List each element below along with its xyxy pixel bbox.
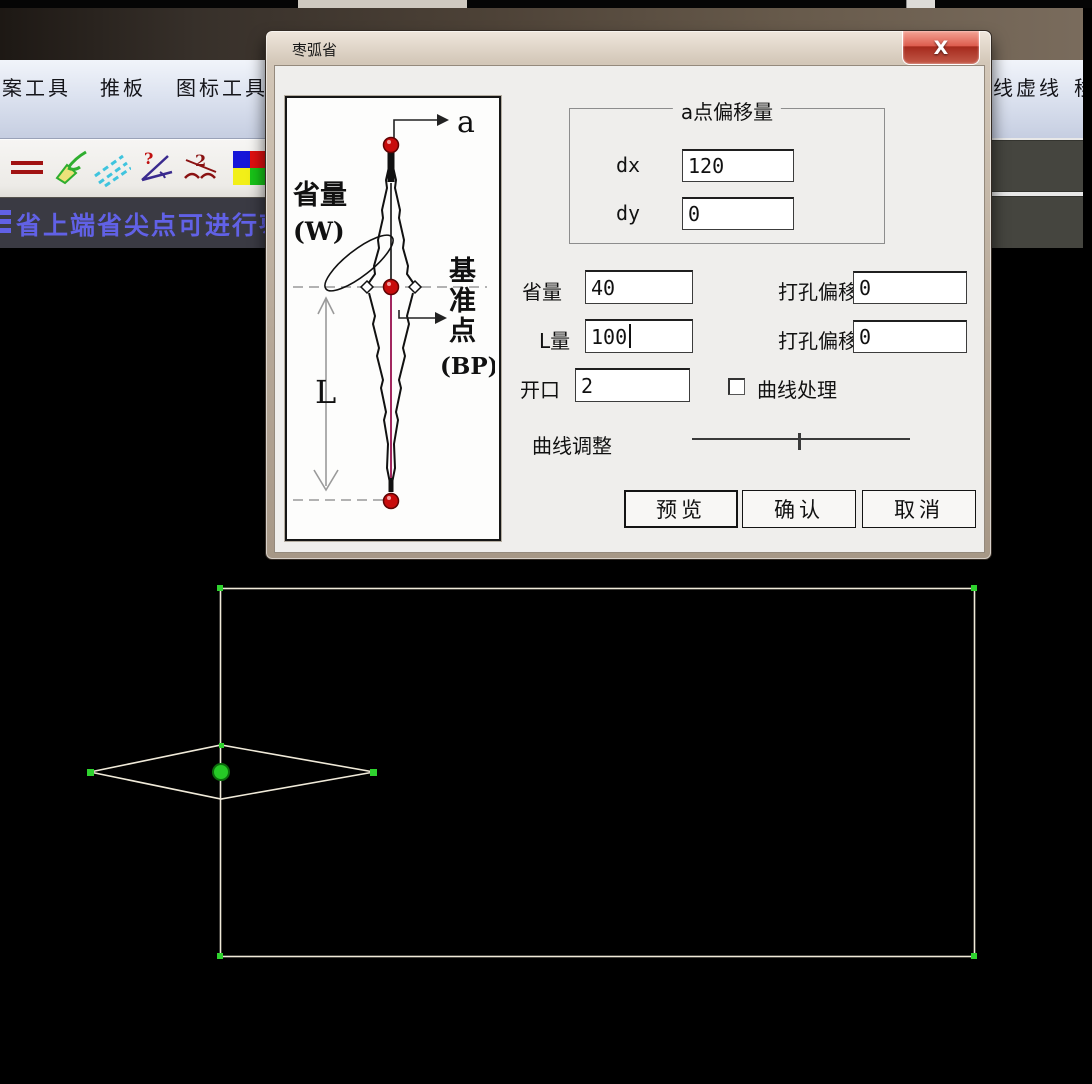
cancel-button[interactable]: 取消 bbox=[862, 490, 976, 528]
dx-label: dx bbox=[616, 153, 640, 177]
curve-order-icon[interactable]: 2 bbox=[182, 148, 220, 188]
curve-order-glyph: 2 bbox=[182, 148, 220, 188]
dialog-title: 枣弧省 bbox=[292, 39, 337, 60]
bp-label-suffix: (BP) bbox=[440, 353, 495, 380]
bp-label-3: 点 bbox=[449, 316, 476, 347]
right-panel-block-top bbox=[990, 140, 1085, 192]
pattern-rectangle[interactable] bbox=[221, 589, 975, 957]
double-line-icon[interactable] bbox=[8, 148, 46, 188]
status-hint-text: 省上端省尖点可进行枣 bbox=[16, 206, 286, 242]
opening-input[interactable] bbox=[575, 368, 690, 402]
dy-label: dy bbox=[616, 201, 640, 225]
dy-input[interactable] bbox=[682, 197, 794, 230]
punch-offset-bottom-input[interactable] bbox=[853, 320, 967, 353]
punch-offset-bottom-label: 打孔偏移 bbox=[778, 325, 858, 354]
dart-diamond[interactable] bbox=[90, 745, 374, 799]
curve-process-checkbox[interactable] bbox=[728, 378, 745, 395]
dart-width-label: 省量 bbox=[293, 180, 347, 211]
a-point-offset-group: a点偏移量 dx dy bbox=[569, 108, 885, 244]
application-window: 案工具 推板 图标工具 线虚线 移 bbox=[0, 0, 1092, 1084]
right-panel-block-bottom bbox=[990, 196, 1085, 251]
punch-offset-top-label: 打孔偏移 bbox=[778, 276, 858, 305]
group-title: a点偏移量 bbox=[673, 96, 781, 125]
curve-process-label: 曲线处理 bbox=[757, 374, 837, 403]
l-label: L bbox=[315, 373, 336, 411]
dart-amount-label: 省量 bbox=[522, 276, 562, 305]
double-line-glyph bbox=[8, 148, 46, 188]
dialog-titlebar[interactable]: 枣弧省 bbox=[266, 31, 991, 65]
opening-label: 开口 bbox=[520, 374, 560, 403]
corner-handle-top-left[interactable] bbox=[217, 585, 223, 591]
l-amount-label: L量 bbox=[539, 325, 570, 354]
corner-handle-bottom-left[interactable] bbox=[217, 953, 223, 959]
broom-glyph bbox=[53, 148, 91, 188]
dart-center-point[interactable] bbox=[213, 764, 229, 780]
bp-label-2: 准 bbox=[449, 286, 476, 317]
svg-text:?: ? bbox=[144, 149, 153, 168]
menu-item-file-tools[interactable]: 案工具 bbox=[2, 72, 71, 101]
dart-illustration: a bbox=[287, 98, 495, 535]
background-window-edge bbox=[298, 0, 467, 8]
dx-input[interactable] bbox=[682, 149, 794, 182]
dart-dialog: 枣弧省 X a bbox=[265, 30, 992, 560]
punch-offset-top-input[interactable] bbox=[853, 271, 967, 304]
corner-handle-top-right[interactable] bbox=[971, 585, 977, 591]
a-label: a bbox=[457, 105, 475, 140]
dart-amount-input[interactable] bbox=[585, 270, 693, 304]
angle-query-icon[interactable]: ? bbox=[138, 148, 176, 188]
curve-adjust-slider[interactable] bbox=[692, 438, 910, 440]
broom-icon[interactable] bbox=[53, 148, 91, 188]
preview-button[interactable]: 预览 bbox=[624, 490, 738, 528]
dart-illustration-box: a bbox=[285, 96, 501, 541]
menu-item-icon-tools[interactable]: 图标工具 bbox=[176, 72, 268, 101]
l-amount-input[interactable] bbox=[585, 319, 693, 353]
corner-handle-bottom-right[interactable] bbox=[971, 953, 977, 959]
curve-adjust-slider-thumb[interactable] bbox=[798, 433, 801, 450]
bp-label-1: 基 bbox=[449, 256, 477, 287]
menu-item-pushboard[interactable]: 推板 bbox=[100, 72, 146, 101]
right-side-panel bbox=[990, 138, 1083, 255]
dialog-client-area: a bbox=[274, 65, 985, 553]
angle-glyph: ? bbox=[138, 148, 176, 188]
dart-top-vertex-handle[interactable] bbox=[219, 743, 224, 748]
dart-right-tip-handle[interactable] bbox=[370, 769, 377, 776]
hint-clipped-character bbox=[0, 210, 11, 236]
close-button[interactable]: X bbox=[902, 31, 980, 65]
window-right-edge bbox=[1083, 8, 1092, 258]
menu-item-dashed-line[interactable]: 线虚线 bbox=[993, 72, 1062, 101]
hatch-glyph bbox=[93, 148, 131, 188]
dart-width-unit: (W) bbox=[293, 217, 345, 246]
color-grid-glyph bbox=[231, 148, 269, 188]
curve-adjust-label: 曲线调整 bbox=[532, 430, 612, 459]
color-grid-icon[interactable] bbox=[231, 148, 269, 188]
dart-left-tip-handle[interactable] bbox=[87, 769, 94, 776]
text-cursor bbox=[629, 324, 631, 348]
hatch-fill-icon[interactable] bbox=[93, 148, 131, 188]
confirm-button[interactable]: 确认 bbox=[742, 490, 856, 528]
